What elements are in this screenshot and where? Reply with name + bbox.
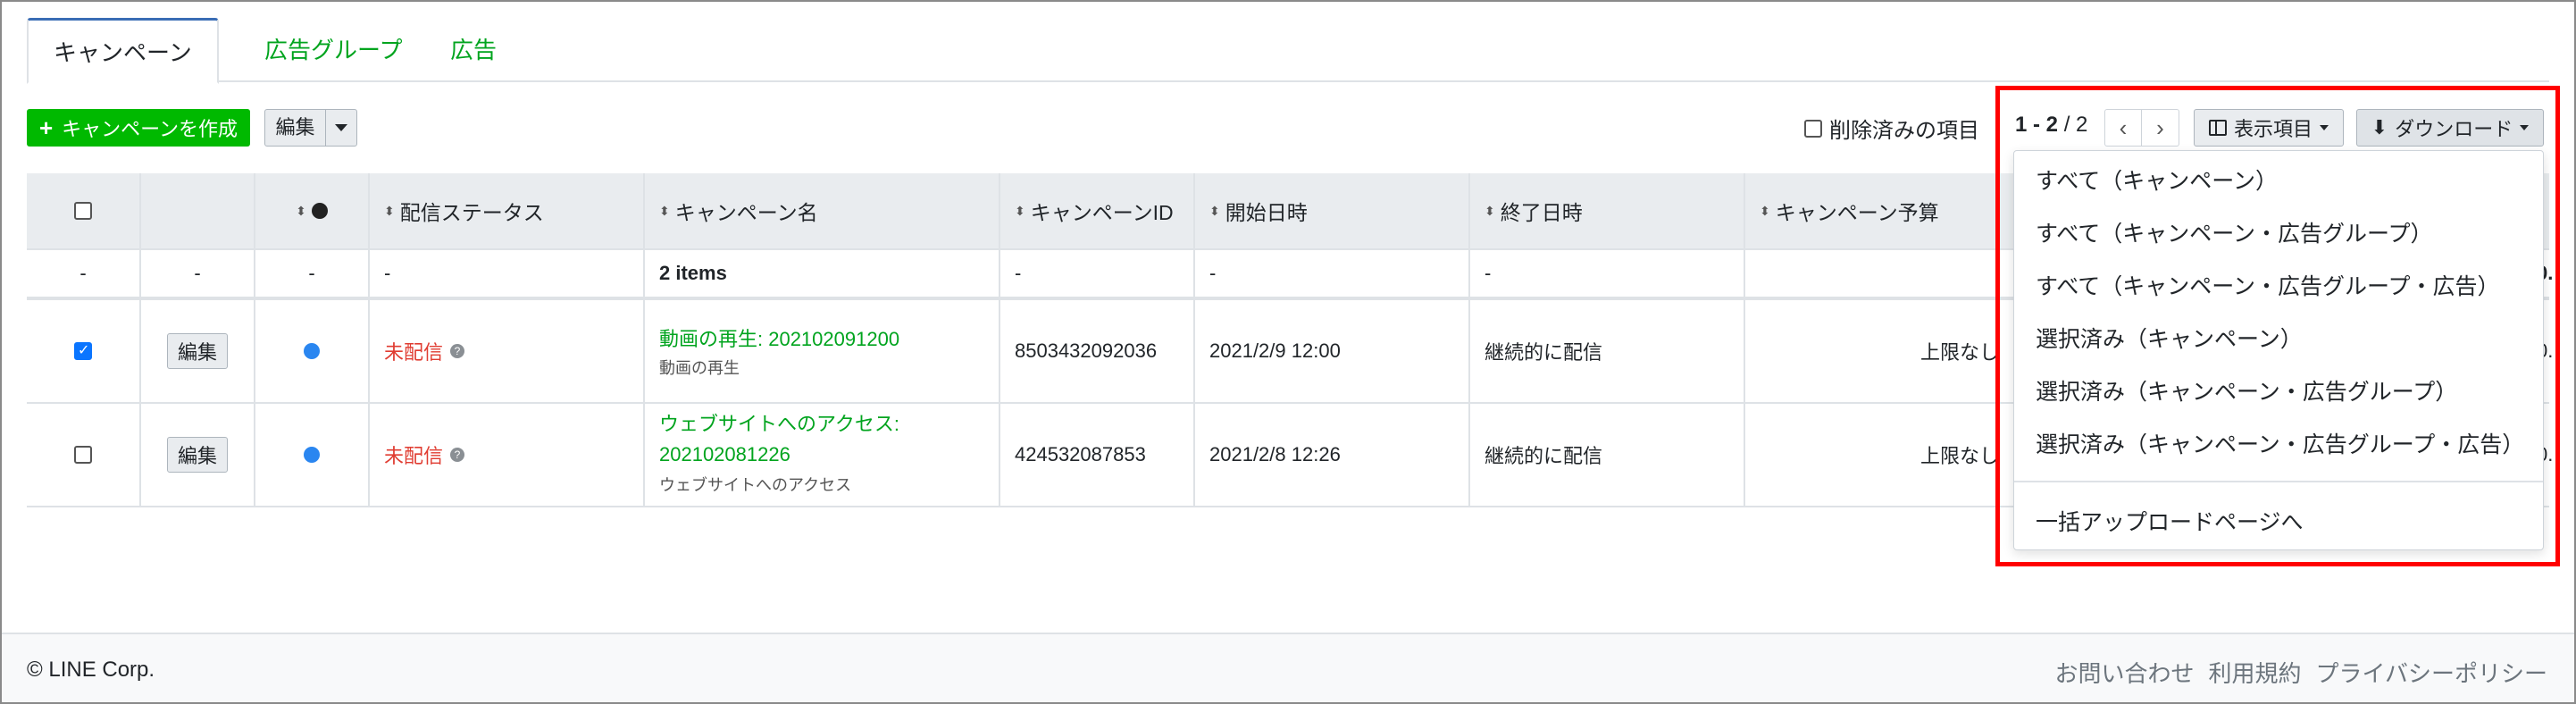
highlight-box (1995, 86, 2560, 566)
campaign-objective: ウェブサイトへのアクセス (659, 476, 852, 494)
row-checkbox[interactable] (74, 341, 92, 360)
bulk-edit-button-group[interactable]: 編集 (264, 109, 357, 147)
summary-cell: - (370, 250, 645, 297)
summary-cell: - (141, 250, 255, 297)
row-end-date: 継続的に配信 (1470, 300, 1745, 402)
row-campaign-name: ウェブサイトへのアクセス: 202102081226 ウェブサイトへのアクセス (645, 404, 1000, 506)
summary-cell (1745, 250, 2013, 297)
sort-icon: ⬍ (1760, 203, 1770, 218)
summary-cell: - (1470, 250, 1745, 297)
bulk-edit-dropdown-toggle[interactable] (326, 110, 356, 146)
row-start-date: 2021/2/8 12:26 (1195, 404, 1470, 506)
show-deleted-checkbox[interactable] (1804, 119, 1822, 138)
header-campaign-budget[interactable]: ⬍ キャンペーン予算 (1745, 173, 2013, 248)
header-delivery-status[interactable]: ⬍ 配信ステータス (370, 173, 645, 248)
show-deleted-toggle[interactable]: 削除済みの項目 (1804, 113, 1979, 144)
help-icon[interactable]: ? (450, 344, 465, 358)
terms-link[interactable]: 利用規約 (2209, 656, 2302, 689)
row-end-date: 継続的に配信 (1470, 404, 1745, 506)
row-campaign-id: 424532087853 (1000, 404, 1195, 506)
row-select-cell (27, 300, 141, 402)
plus-icon: + (38, 113, 54, 141)
sort-icon: ⬍ (1015, 203, 1025, 218)
status-dot-icon (304, 447, 320, 463)
sort-icon: ⬍ (296, 203, 306, 218)
tab-bar: キャンペーン 広告グループ 広告 (27, 18, 2549, 84)
summary-item-count: 2 items (645, 250, 1000, 297)
row-status-dot-cell (255, 300, 370, 402)
summary-cell: - (1000, 250, 1195, 297)
copyright: © LINE Corp. (27, 658, 155, 682)
chevron-down-icon (335, 124, 347, 131)
create-campaign-label: キャンペーンを作成 (62, 118, 238, 140)
footer: © LINE Corp. お問い合わせ 利用規約 プライバシーポリシー (2, 633, 2574, 702)
show-deleted-label: 削除済みの項目 (1829, 119, 1979, 143)
row-edit-button[interactable]: 編集 (167, 437, 228, 473)
create-campaign-button[interactable]: + キャンペーンを作成 (27, 109, 250, 147)
row-budget: 上限なし (1919, 341, 1999, 364)
row-edit-cell: 編集 (141, 404, 255, 506)
row-checkbox[interactable] (74, 446, 92, 464)
row-edit-cell: 編集 (141, 300, 255, 402)
row-edit-button[interactable]: 編集 (167, 333, 228, 369)
row-campaign-name: 動画の再生: 202102091200 動画の再生 (645, 300, 1000, 402)
row-select-cell (27, 404, 141, 506)
summary-cell: - (27, 250, 141, 297)
header-edit-col (141, 173, 255, 248)
header-campaign-id[interactable]: ⬍ キャンペーンID (1000, 173, 1195, 248)
campaign-name-link-line2[interactable]: 202102081226 (659, 440, 899, 469)
status-dot-icon (304, 343, 320, 359)
header-label: 開始日時 (1225, 201, 1308, 224)
status-text: 未配信 (384, 445, 444, 467)
campaign-name-link[interactable]: ウェブサイトへのアクセス: (659, 410, 899, 439)
select-all-checkbox[interactable] (74, 202, 92, 220)
tab-campaign[interactable]: キャンペーン (27, 18, 219, 84)
bulk-edit-button[interactable]: 編集 (265, 110, 326, 146)
campaign-name-link[interactable]: 動画の再生: 202102091200 (659, 323, 899, 352)
summary-cell: - (1195, 250, 1470, 297)
status-dot-icon (311, 203, 328, 219)
tab-ad[interactable]: 広告 (425, 18, 522, 82)
help-icon[interactable]: ? (450, 448, 465, 462)
summary-cell: - (255, 250, 370, 297)
row-status-dot-cell (255, 404, 370, 506)
campaign-objective: 動画の再生 (659, 359, 740, 377)
header-start-date[interactable]: ⬍ 開始日時 (1195, 173, 1470, 248)
header-label: 終了日時 (1500, 201, 1583, 224)
row-budget: 上限なし (1919, 445, 1999, 467)
header-label: キャンペーンID (1030, 201, 1174, 224)
sort-icon: ⬍ (659, 203, 670, 218)
header-label: キャンペーン予算 (1775, 201, 1939, 224)
sort-icon: ⬍ (1209, 203, 1220, 218)
row-delivery-status: 未配信? (370, 300, 645, 402)
status-text: 未配信 (384, 341, 444, 364)
sort-icon: ⬍ (1485, 203, 1495, 218)
privacy-policy-link[interactable]: プライバシーポリシー (2316, 656, 2547, 689)
header-campaign-name[interactable]: ⬍ キャンペーン名 (645, 173, 1000, 248)
row-delivery-status: 未配信? (370, 404, 645, 506)
tab-ad-group[interactable]: 広告グループ (239, 18, 427, 82)
header-status-dot[interactable]: ⬍ (255, 173, 370, 248)
header-label: キャンペーン名 (674, 201, 818, 224)
footer-links: お問い合わせ 利用規約 プライバシーポリシー (2054, 656, 2547, 689)
row-campaign-id: 8503432092036 (1000, 300, 1195, 402)
header-label: 配信ステータス (399, 201, 544, 224)
sort-icon: ⬍ (384, 203, 395, 218)
header-end-date[interactable]: ⬍ 終了日時 (1470, 173, 1745, 248)
select-all-cell (27, 173, 141, 248)
contact-link[interactable]: お問い合わせ (2054, 656, 2194, 689)
row-start-date: 2021/2/9 12:00 (1195, 300, 1470, 402)
